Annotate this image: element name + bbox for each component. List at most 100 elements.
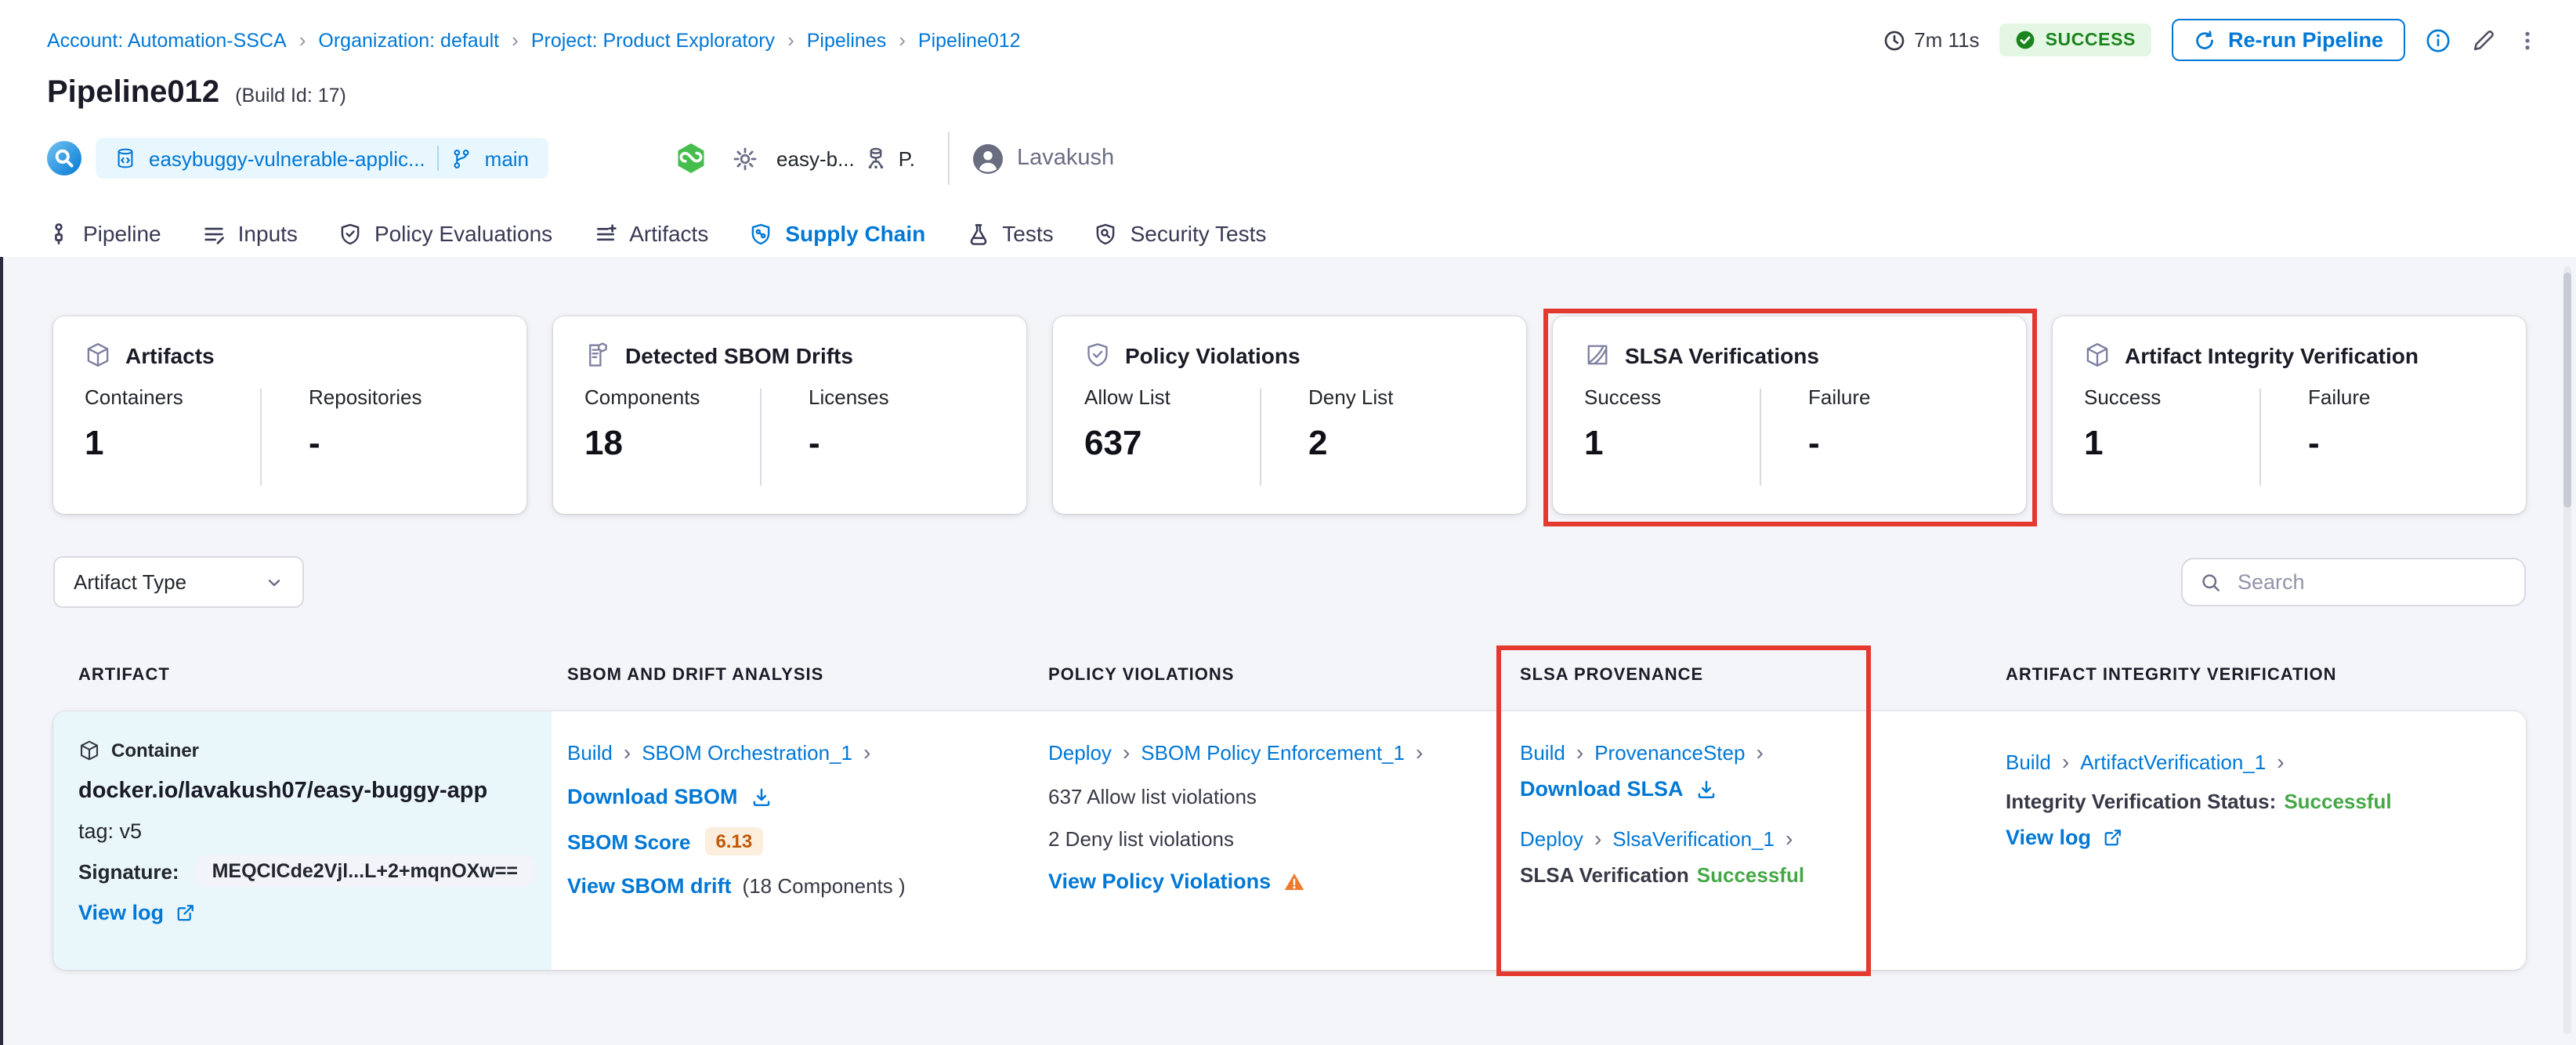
- breadcrumb-organization[interactable]: Organization: default: [318, 29, 499, 51]
- tab-label: Pipeline: [83, 221, 161, 246]
- tab-tests[interactable]: Tests: [966, 204, 1054, 263]
- triggered-by-user: Lavakush: [1016, 146, 1115, 171]
- artifact-type-select[interactable]: Artifact Type: [53, 556, 304, 608]
- vertical-scrollbar-thumb[interactable]: [2563, 273, 2571, 508]
- stat-slsa-failure: Failure -: [1808, 385, 1871, 462]
- sbom-document-icon: [584, 342, 611, 368]
- refresh-icon: [2194, 29, 2216, 51]
- artifact-image-name: docker.io/lavakush07/easy-buggy-app: [78, 779, 488, 804]
- build-id: (Build Id: 17): [235, 85, 346, 107]
- slsa-shield-icon: [1584, 342, 1611, 368]
- meta-vertical-divider: [947, 132, 950, 185]
- download-sbom-link[interactable]: Download SBOM: [567, 785, 1017, 808]
- slsa-deploy-stage-link[interactable]: Deploy: [1520, 826, 1583, 850]
- card-title: Artifacts: [125, 342, 215, 367]
- summary-card-slsa-verifications: SLSA Verifications Success 1 Failure -: [1553, 316, 2026, 514]
- status-text: SUCCESS: [2045, 31, 2136, 49]
- user-avatar-icon: [972, 143, 1003, 173]
- edit-pencil-icon[interactable]: [2471, 27, 2496, 52]
- stat-components: Components 18: [584, 385, 700, 462]
- environment-short-label: P.: [898, 146, 915, 170]
- tab-label: Security Tests: [1130, 221, 1267, 246]
- column-header-artifact-integrity: ARTIFACT INTEGRITY VERIFICATION: [2006, 666, 2337, 685]
- duration-indicator: 7m 11s: [1883, 28, 1980, 52]
- pipeline-execution-page: Account: Automation-SSCA › Organization:…: [0, 0, 2576, 1045]
- rerun-label: Re-run Pipeline: [2227, 28, 2383, 52]
- tab-security-tests[interactable]: Security Tests: [1094, 204, 1267, 263]
- cube-icon: [85, 342, 111, 368]
- view-policy-violations-link[interactable]: View Policy Violations: [1048, 870, 1489, 893]
- sbom-cell: Build › SBOM Orchestration_1 › Download …: [552, 711, 1033, 970]
- search-input[interactable]: [2234, 569, 2507, 595]
- shield-check-icon: [1084, 342, 1111, 368]
- title-row: Pipeline012 (Build Id: 17): [47, 75, 2538, 111]
- cube-icon: [2084, 342, 2111, 368]
- status-badge: SUCCESS: [1999, 24, 2151, 56]
- column-header-policy-violations: POLICY VIOLATIONS: [1048, 666, 1235, 685]
- table-row: Container docker.io/lavakush07/easy-bugg…: [53, 711, 2526, 970]
- download-icon: [1696, 778, 1718, 800]
- allow-list-violations: 637 Allow list violations: [1048, 785, 1257, 808]
- sbom-step-breadcrumb: Build › SBOM Orchestration_1 ›: [567, 739, 871, 765]
- sbom-score-link[interactable]: SBOM Score: [567, 830, 691, 853]
- column-header-artifact: ARTIFACT: [78, 666, 170, 685]
- sbom-step-link[interactable]: SBOM Orchestration_1: [642, 740, 852, 764]
- artifacts-icon: [593, 222, 617, 245]
- download-slsa-link[interactable]: Download SLSA: [1520, 777, 1974, 801]
- container-type-badge: Container: [78, 739, 536, 761]
- provenance-step-link[interactable]: ProvenanceStep: [1594, 740, 1745, 764]
- stat-containers: Containers 1: [85, 385, 183, 462]
- tab-policy-evaluations[interactable]: Policy Evaluations: [338, 204, 552, 263]
- integrity-step-link[interactable]: ArtifactVerification_1: [2080, 750, 2266, 773]
- stat-repositories: Repositories -: [309, 385, 422, 462]
- page-header: Account: Automation-SSCA › Organization:…: [0, 0, 2576, 204]
- breadcrumb-separator: ›: [787, 28, 794, 52]
- breadcrumb: Account: Automation-SSCA › Organization:…: [47, 29, 1021, 51]
- tab-label: Policy Evaluations: [374, 221, 553, 246]
- policy-evaluations-icon: [338, 222, 362, 245]
- policy-stage-link[interactable]: Deploy: [1048, 740, 1112, 764]
- integrity-view-log-link[interactable]: View log: [2006, 826, 2510, 849]
- breadcrumb-pipelines[interactable]: Pipelines: [807, 29, 886, 51]
- rerun-pipeline-button[interactable]: Re-run Pipeline: [2171, 19, 2405, 61]
- deny-list-violations: 2 Deny list violations: [1048, 827, 1234, 851]
- stat-integrity-failure: Failure -: [2308, 385, 2371, 462]
- column-header-sbom: SBOM AND DRIFT ANALYSIS: [567, 666, 824, 685]
- webhook-icon: [673, 141, 707, 175]
- external-link-icon: [175, 902, 195, 923]
- repo-branch-chip[interactable]: easybuggy-vulnerable-applic... main: [96, 138, 548, 179]
- search-box: [2181, 558, 2526, 606]
- sbom-score-badge: 6.13: [704, 827, 764, 855]
- tab-supply-chain[interactable]: Supply Chain: [746, 204, 930, 265]
- stat-slsa-success: Success 1: [1584, 385, 1662, 462]
- pill-divider: [437, 146, 440, 171]
- breadcrumb-separator: ›: [899, 28, 906, 52]
- card-title: Policy Violations: [1125, 342, 1301, 367]
- tab-artifacts[interactable]: Artifacts: [593, 204, 708, 263]
- artifact-view-log-link[interactable]: View log: [78, 901, 536, 924]
- integrity-stage-link[interactable]: Build: [2006, 750, 2051, 773]
- stat-integrity-success: Success 1: [2084, 385, 2162, 462]
- tests-icon: [966, 222, 990, 245]
- execution-tabbar: Pipeline Inputs Policy Evaluations Artif…: [0, 204, 2576, 265]
- supply-chain-icon: [749, 222, 772, 245]
- page-title: Pipeline012: [47, 75, 220, 110]
- check-circle-icon: [2016, 30, 2036, 50]
- breadcrumb-pipeline012[interactable]: Pipeline012: [918, 29, 1021, 51]
- view-sbom-drift-link[interactable]: View SBOM drift: [567, 874, 732, 898]
- tab-inputs[interactable]: Inputs: [202, 204, 298, 263]
- tab-pipeline[interactable]: Pipeline: [47, 204, 161, 263]
- summary-card-sbom-drifts: Detected SBOM Drifts Components 18 Licen…: [553, 316, 1026, 514]
- branch-icon: [452, 148, 472, 168]
- breadcrumb-project[interactable]: Project: Product Exploratory: [531, 29, 775, 51]
- sbom-stage-link[interactable]: Build: [567, 740, 613, 764]
- breadcrumb-account[interactable]: Account: Automation-SSCA: [47, 29, 287, 51]
- slsa-verification-step-link[interactable]: SlsaVerification_1: [1612, 826, 1775, 850]
- slsa-build-stage-link[interactable]: Build: [1520, 740, 1565, 764]
- signature-value[interactable]: MEQCICde2Vjl...L+2+mqnOXw==: [194, 855, 535, 887]
- info-icon[interactable]: [2426, 27, 2451, 52]
- sbom-drift-row: View SBOM drift (18 Components ): [567, 874, 1017, 898]
- artifact-cell: Container docker.io/lavakush07/easy-bugg…: [53, 711, 552, 970]
- policy-step-link[interactable]: SBOM Policy Enforcement_1: [1141, 740, 1405, 764]
- kebab-menu-icon[interactable]: [2516, 27, 2538, 52]
